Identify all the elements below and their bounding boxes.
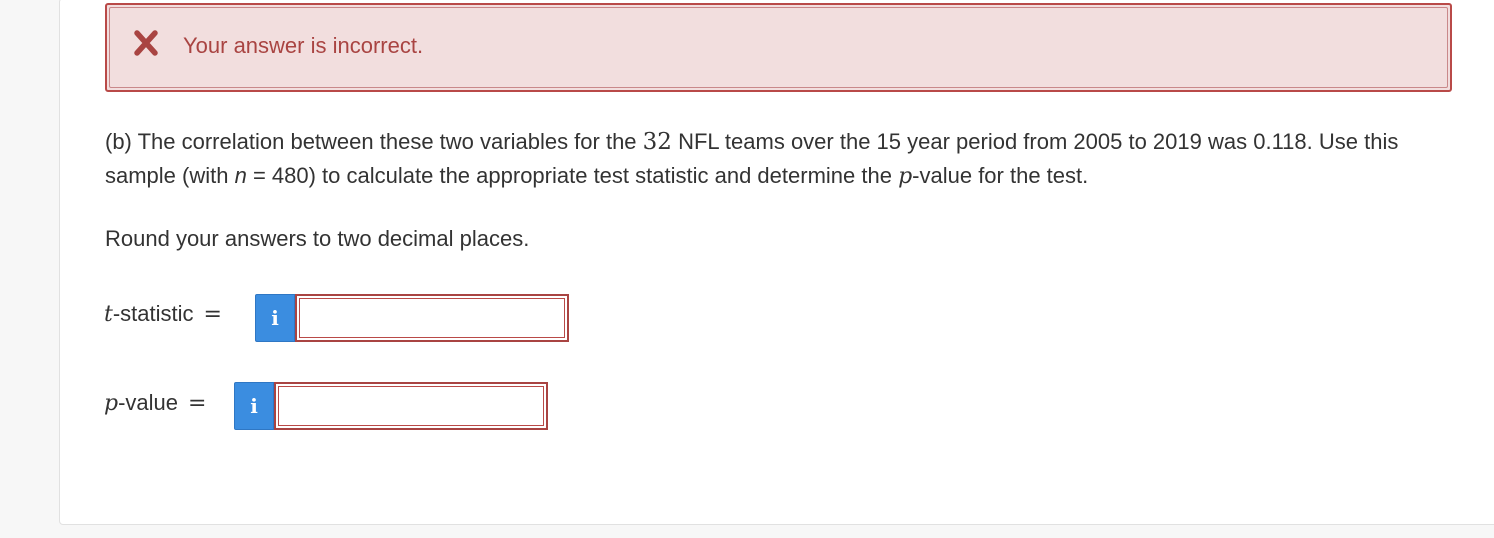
teams-count: 32 [642,129,672,155]
question-text-part: -value for the test. [912,163,1089,188]
t-statistic-input[interactable] [299,298,565,338]
n-variable: n [234,163,247,188]
t-statistic-label-text: -statistic [112,301,194,326]
t-statistic-label: t-statistic = [104,301,222,327]
t-variable: t [104,302,113,327]
p-value-input[interactable] [278,386,544,426]
p-value-answer-box [274,382,548,430]
p-value-label-text: -value [118,390,179,415]
t-statistic-answer-box [295,294,569,342]
question-text: (b) The correlation between these two va… [105,125,1455,193]
p-variable: p [898,164,913,189]
feedback-message: Your answer is incorrect. [183,33,424,58]
p-value-label: p-value = [104,390,206,416]
t-statistic-info-button[interactable]: i [255,294,295,342]
p-value-info-button[interactable]: i [234,382,274,430]
x-mark-icon [134,30,158,56]
p-variable: p [104,391,119,416]
rounding-instruction: Round your answers to two decimal places… [105,226,530,251]
equals-sign: = [203,302,222,327]
equals-sign: = [188,391,207,416]
question-text-part: (b) The correlation between these two va… [105,129,643,154]
question-text-part: = 480) to calculate the appropriate test… [246,163,899,188]
